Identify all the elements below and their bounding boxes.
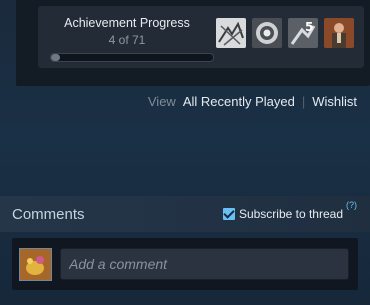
link-separator: | [301,94,306,109]
achievement-sketch-icon[interactable] [216,18,246,48]
subscribe-label: Subscribe to thread [238,207,343,221]
achievement-five-icon[interactable]: 5 [288,18,318,48]
comments-title: Comments [12,206,85,223]
achievement-progress-fill [51,54,61,61]
achievement-character-icon[interactable] [324,18,354,48]
achievement-panel: Achievement Progress 4 of 71 5 [16,0,370,86]
subscribe-checkbox[interactable] [222,208,235,220]
subscribe-toggle[interactable]: Subscribe to thread [222,207,343,221]
all-recently-played-link[interactable]: All Recently Played [183,94,295,109]
comment-compose-area [12,238,358,290]
profile-links: View All Recently Played | Wishlist [148,94,357,109]
achievement-progress-title: Achievement Progress [64,16,190,30]
achievement-count: 4 of 71 [108,33,146,47]
avatar[interactable] [19,248,52,281]
view-label: View [147,94,176,109]
comment-input[interactable] [60,248,349,280]
achievement-progress-bar [50,53,214,62]
achievement-gear-medal-icon[interactable] [252,18,282,48]
achievement-icons: 5 [216,18,354,48]
comments-header: Comments Subscribe to thread (?) [0,196,370,232]
achievement-progress-box[interactable]: Achievement Progress 4 of 71 5 [38,6,364,68]
achievement-badge-number: 5 [305,20,313,34]
wishlist-link[interactable]: Wishlist [312,94,357,109]
help-icon[interactable]: (?) [346,200,357,210]
